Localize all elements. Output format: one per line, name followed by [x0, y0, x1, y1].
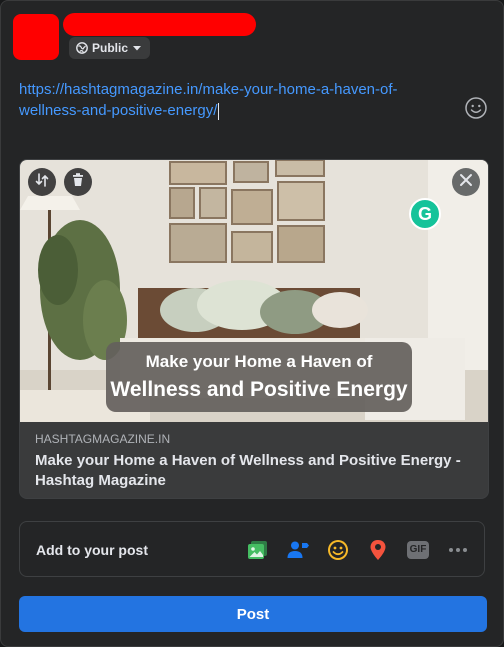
- create-post-dialog: Public https://hashtagmagazine.in/make-y…: [0, 0, 504, 647]
- gif-label: GIF: [409, 544, 427, 555]
- text-cursor: [218, 102, 220, 120]
- delete-image-button[interactable]: [64, 168, 92, 196]
- caption-line-2: Wellness and Positive Energy: [110, 378, 408, 401]
- photo-video-icon[interactable]: [246, 538, 270, 562]
- close-icon: [459, 173, 473, 192]
- link-domain: HASHTAGMAGAZINE.IN: [35, 432, 171, 446]
- grammarly-icon[interactable]: G: [409, 198, 441, 230]
- swap-image-button[interactable]: [28, 168, 56, 196]
- more-icon[interactable]: [446, 538, 470, 562]
- close-preview-button[interactable]: [452, 168, 480, 196]
- tag-people-icon[interactable]: [286, 538, 310, 562]
- username-redacted: [63, 13, 256, 36]
- post-text-input[interactable]: https://hashtagmagazine.in/make-your-hom…: [19, 79, 459, 121]
- link-title: Make your Home a Haven of Wellness and P…: [35, 452, 461, 489]
- emoji-picker-icon[interactable]: [464, 96, 488, 120]
- post-text: https://hashtagmagazine.in/make-your-hom…: [19, 81, 398, 119]
- privacy-label: Public: [92, 41, 129, 55]
- add-to-post-bar: Add to your post GIF: [19, 521, 485, 577]
- trash-icon: [70, 172, 86, 193]
- check-in-icon[interactable]: [366, 538, 390, 562]
- privacy-selector-button[interactable]: Public: [69, 37, 151, 59]
- avatar[interactable]: [13, 14, 59, 60]
- caption-line-1: Make your Home a Haven of: [145, 352, 373, 371]
- globe-icon: [76, 42, 88, 54]
- swap-arrows-icon: [34, 172, 50, 193]
- link-preview-meta: HASHTAGMAGAZINE.IN Make your Home a Have…: [35, 432, 475, 491]
- post-button[interactable]: Post: [19, 596, 487, 632]
- link-preview-card[interactable]: Make your Home a Haven of Wellness and P…: [19, 159, 489, 499]
- feeling-icon[interactable]: [326, 538, 350, 562]
- image-caption-overlay: Make your Home a Haven of Wellness and P…: [106, 342, 412, 412]
- gif-icon[interactable]: GIF: [406, 538, 430, 562]
- caret-down-icon: [132, 43, 142, 53]
- add-to-post-label: Add to your post: [36, 542, 148, 558]
